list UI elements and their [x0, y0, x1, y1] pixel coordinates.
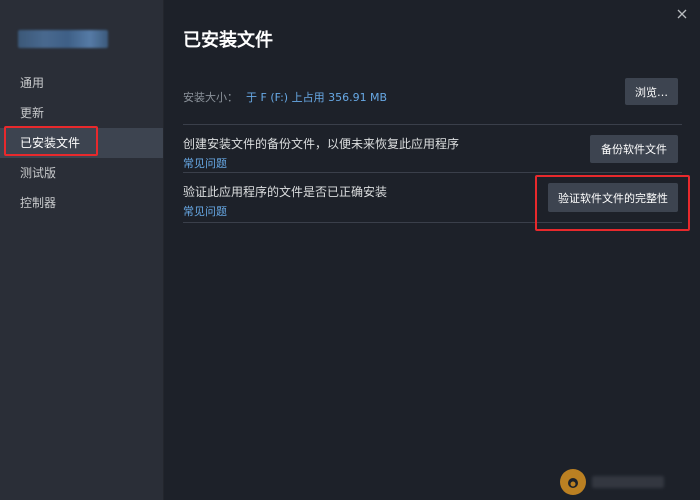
watermark — [560, 468, 670, 496]
browse-button[interactable]: 浏览… — [625, 78, 678, 105]
steam-properties-window: 通用 更新 已安装文件 测试版 控制器 已安装文件 安装大小： 于 F (F:) … — [0, 0, 700, 500]
sidebar-nav: 通用 更新 已安装文件 测试版 控制器 — [0, 68, 163, 218]
watermark-glyph-icon — [568, 478, 578, 488]
sidebar: 通用 更新 已安装文件 测试版 控制器 — [0, 0, 164, 500]
close-button[interactable] — [672, 4, 692, 24]
sidebar-item-controller[interactable]: 控制器 — [0, 188, 163, 218]
watermark-text-blurred — [592, 476, 664, 488]
install-size-row: 安装大小： 于 F (F:) 上占用 356.91 MB — [183, 86, 682, 105]
divider-3 — [183, 222, 682, 223]
sidebar-item-updates[interactable]: 更新 — [0, 98, 163, 128]
backup-files-button[interactable]: 备份软件文件 — [590, 135, 678, 163]
sidebar-item-installed-files[interactable]: 已安装文件 — [0, 128, 163, 158]
game-title-redacted — [18, 30, 108, 48]
sidebar-item-general[interactable]: 通用 — [0, 68, 163, 98]
divider-2 — [183, 172, 682, 173]
main-panel: 已安装文件 安装大小：于 F (F:) 上占用 356.91 MB 浏览… 创建… — [164, 0, 700, 500]
page-title: 已安装文件 — [183, 30, 273, 51]
install-size-label: 安装大小： — [183, 91, 238, 104]
verify-integrity-button[interactable]: 验证软件文件的完整性 — [548, 183, 678, 212]
install-size-value: 于 F (F:) 上占用 356.91 MB — [246, 91, 388, 104]
close-icon — [677, 9, 687, 19]
divider-1 — [183, 124, 682, 125]
sidebar-item-betas[interactable]: 测试版 — [0, 158, 163, 188]
watermark-logo-icon — [560, 469, 586, 495]
